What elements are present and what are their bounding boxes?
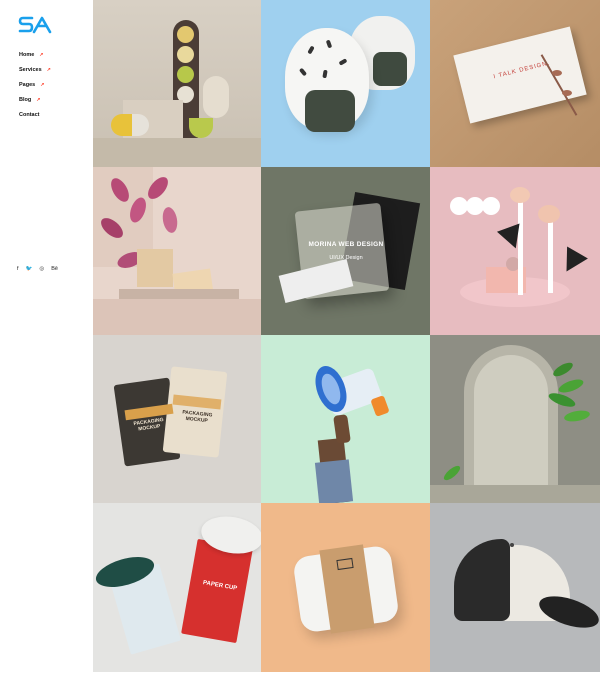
tile-rice-balls[interactable]	[261, 0, 430, 167]
web-design-title: MORINA WEB DESIGN	[308, 241, 384, 248]
main-nav: Home ↗ Services ↗ Pages ↗ Blog ↗ Contact	[19, 52, 51, 127]
nav-item-blog[interactable]: Blog ↗	[19, 97, 51, 112]
nav-label: Blog	[19, 97, 32, 103]
nav-item-pages[interactable]: Pages ↗	[19, 82, 51, 97]
sidebar: Home ↗ Services ↗ Pages ↗ Blog ↗ Contact f 🐦…	[0, 0, 93, 680]
tile-food-box[interactable]	[261, 503, 430, 672]
nav-item-services[interactable]: Services ↗	[19, 67, 51, 82]
tile-megaphone[interactable]	[261, 335, 430, 503]
portfolio-grid: I TALK DESIGN. MORINA WEB DESIGN UI/UX D…	[93, 0, 600, 672]
tile-cap[interactable]	[430, 503, 600, 672]
facebook-icon[interactable]: f	[17, 266, 19, 272]
card-text: I TALK DESIGN.	[493, 60, 551, 81]
nav-item-home[interactable]: Home ↗	[19, 52, 51, 67]
nav-label: Contact	[19, 112, 40, 118]
twitter-icon[interactable]: 🐦	[26, 266, 33, 272]
behance-icon[interactable]: Bē	[51, 266, 58, 272]
arrow-up-right-icon: ↗	[40, 82, 45, 88]
tile-capsules[interactable]	[93, 0, 261, 167]
tile-pink-abstract[interactable]	[430, 167, 600, 335]
social-links: f 🐦 ◎ Bē	[17, 266, 58, 272]
brand-logo[interactable]	[18, 15, 54, 35]
arrow-up-right-icon: ↗	[39, 52, 44, 58]
nav-label: Pages	[19, 82, 36, 88]
business-card: I TALK DESIGN.	[453, 26, 587, 124]
arrow-up-right-icon: ↗	[36, 97, 41, 103]
nav-label: Home	[19, 52, 35, 58]
nav-item-contact[interactable]: Contact	[19, 112, 51, 127]
tile-paper-cups[interactable]: PAPER CUP	[93, 503, 261, 672]
tile-arch-plant[interactable]	[430, 335, 600, 503]
arrow-up-right-icon: ↗	[46, 67, 51, 73]
tile-packaging[interactable]: PACKAGING MOCKUP PACKAGING MOCKUP	[93, 335, 261, 503]
tile-business-card[interactable]: I TALK DESIGN.	[430, 0, 600, 167]
nav-label: Services	[19, 67, 42, 73]
tile-leaves-blocks[interactable]	[93, 167, 261, 335]
dribbble-icon[interactable]: ◎	[39, 266, 44, 272]
tile-web-design[interactable]: MORINA WEB DESIGN UI/UX Design	[261, 167, 430, 335]
web-design-subtitle: UI/UX Design	[329, 255, 363, 261]
